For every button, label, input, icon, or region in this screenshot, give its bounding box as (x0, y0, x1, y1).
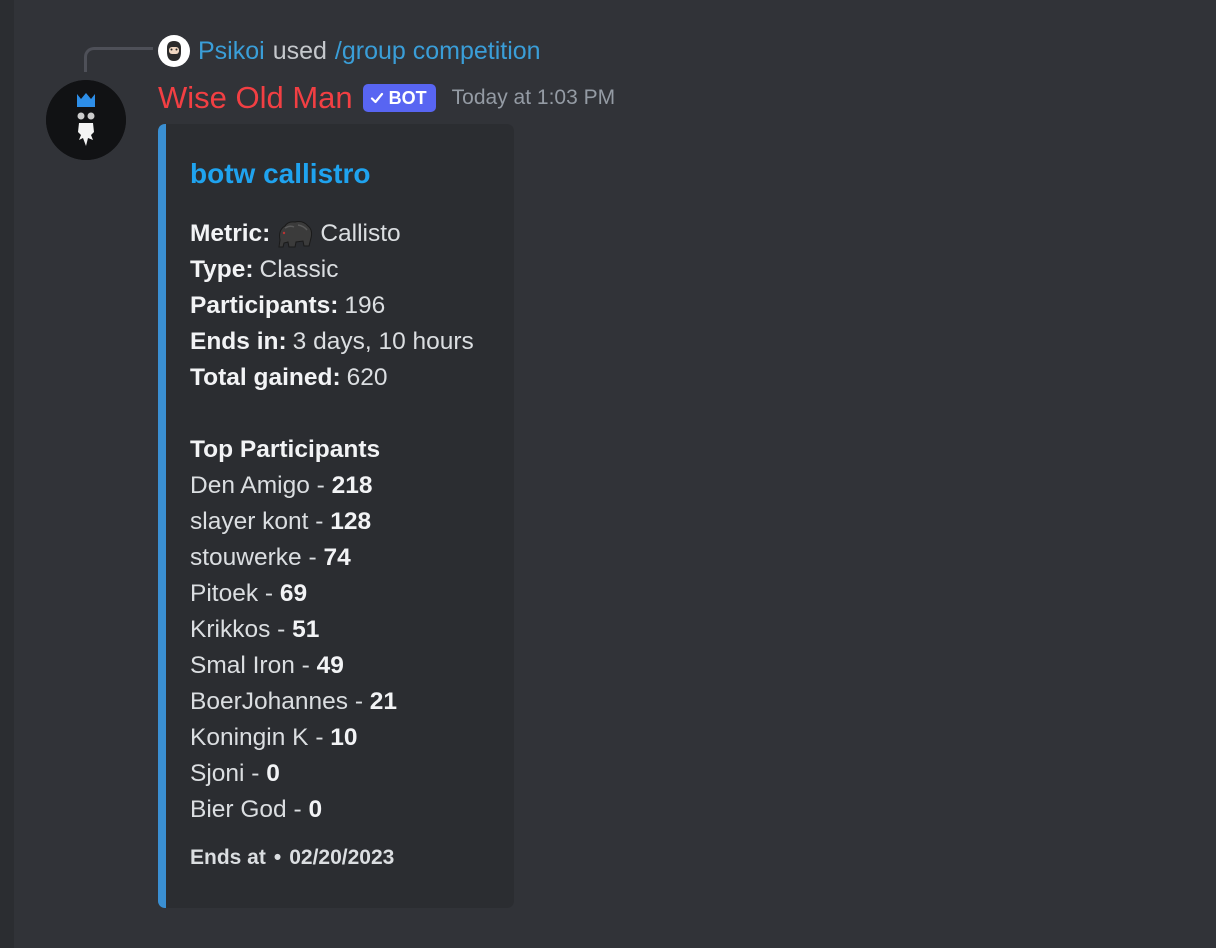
bot-username[interactable]: Wise Old Man (158, 80, 353, 116)
embed-footer: Ends at • 02/20/2023 (190, 846, 394, 870)
total-gained-row: Total gained: 620 (190, 360, 510, 396)
message-timestamp[interactable]: Today at 1:03 PM (452, 86, 615, 110)
top-participants-list: Den Amigo - 218 slayer kont - 128 stouwerk… (190, 468, 510, 828)
reply-used-text: used (272, 36, 327, 65)
participant-separator: - (258, 580, 280, 607)
participant-separator: - (309, 472, 332, 499)
server-sidebar-edge (0, 0, 14, 948)
participants-row: Participants: 196 (190, 288, 510, 324)
participant-separator: - (308, 724, 331, 751)
participant-name: Krikkos (190, 616, 271, 643)
competition-embed: botw callistro Metric: Callisto Type: Cl… (158, 124, 514, 908)
participant-score: 51 (292, 616, 320, 643)
ends-in-row: Ends in: 3 days, 10 hours (190, 324, 510, 360)
participant-name: stouwerke (190, 544, 302, 571)
participant-separator: - (301, 544, 324, 571)
callisto-bear-icon (276, 218, 314, 250)
participant-row: Smal Iron - 49 (190, 648, 510, 684)
metric-value: Callisto (320, 220, 401, 247)
wise-old-man-avatar-icon[interactable] (46, 80, 126, 160)
participant-name: Pitoek (190, 580, 259, 607)
metric-label: Metric: (190, 220, 271, 247)
participant-row: stouwerke - 74 (190, 540, 510, 576)
reply-command[interactable]: /group competition (335, 37, 541, 66)
reply-reference[interactable]: Psikoi used /group competition (158, 34, 541, 68)
participant-row: Den Amigo - 218 (190, 468, 510, 504)
participant-separator: - (270, 616, 293, 643)
participant-name: Sjoni (190, 760, 245, 787)
top-participants-heading: Top Participants (190, 436, 381, 463)
participant-name: slayer kont (190, 508, 309, 535)
ends-in-value: 3 days, 10 hours (292, 328, 474, 355)
participant-row: Koningin K - 10 (190, 720, 510, 756)
checkmark-icon (370, 92, 383, 104)
participant-score: 218 (331, 472, 373, 499)
participant-separator: - (308, 508, 331, 535)
participant-row: Bier God - 0 (190, 792, 510, 828)
participant-score: 74 (323, 544, 351, 571)
embed-accent-bar (158, 124, 166, 908)
participant-name: Den Amigo (190, 472, 310, 499)
embed-description: Metric: Callisto Type: Classic Participa… (190, 216, 510, 828)
participant-score: 21 (369, 688, 398, 715)
type-row: Type: Classic (190, 252, 510, 288)
footer-label: Ends at (190, 846, 266, 869)
bearded-face-avatar-icon[interactable] (158, 35, 190, 67)
participant-score: 128 (330, 508, 372, 535)
participant-score: 10 (330, 724, 358, 751)
participants-label: Participants: (190, 292, 339, 319)
bot-tag-label: BOT (388, 87, 427, 108)
embed-title[interactable]: botw callistro (190, 158, 370, 190)
reply-username[interactable]: Psikoi (198, 37, 265, 66)
footer-separator: • (273, 846, 282, 869)
ends-in-label: Ends in: (190, 328, 287, 355)
participant-row: Pitoek - 69 (190, 576, 510, 612)
type-label: Type: (190, 256, 254, 283)
participant-name: Koningin K (190, 724, 309, 751)
participant-separator: - (294, 652, 317, 679)
participant-name: Smal Iron (190, 652, 295, 679)
participant-row: BoerJohannes - 21 (190, 684, 510, 720)
message-header: Wise Old Man BOT Today at 1:03 PM (158, 78, 615, 118)
top-participants-heading-row: Top Participants (190, 432, 510, 468)
participant-score: 69 (279, 580, 308, 607)
type-value: Classic (259, 256, 339, 283)
participants-value: 196 (344, 292, 386, 319)
participant-score: 0 (308, 796, 323, 823)
participant-row: slayer kont - 128 (190, 504, 510, 540)
participant-row: Sjoni - 0 (190, 756, 510, 792)
participant-row: Krikkos - 51 (190, 612, 510, 648)
participant-separator: - (286, 796, 309, 823)
participant-score: 0 (266, 760, 280, 787)
footer-date: 02/20/2023 (289, 846, 395, 869)
participant-name: BoerJohannes (190, 688, 349, 715)
participant-name: Bier God (190, 796, 287, 823)
metric-row: Metric: Callisto (190, 216, 510, 252)
reply-spine (84, 47, 153, 72)
participant-score: 49 (316, 652, 344, 679)
participant-separator: - (348, 688, 370, 715)
total-gained-label: Total gained: (190, 364, 341, 391)
bot-tag: BOT (362, 84, 436, 112)
participant-separator: - (244, 760, 267, 787)
total-gained-value: 620 (346, 364, 388, 391)
